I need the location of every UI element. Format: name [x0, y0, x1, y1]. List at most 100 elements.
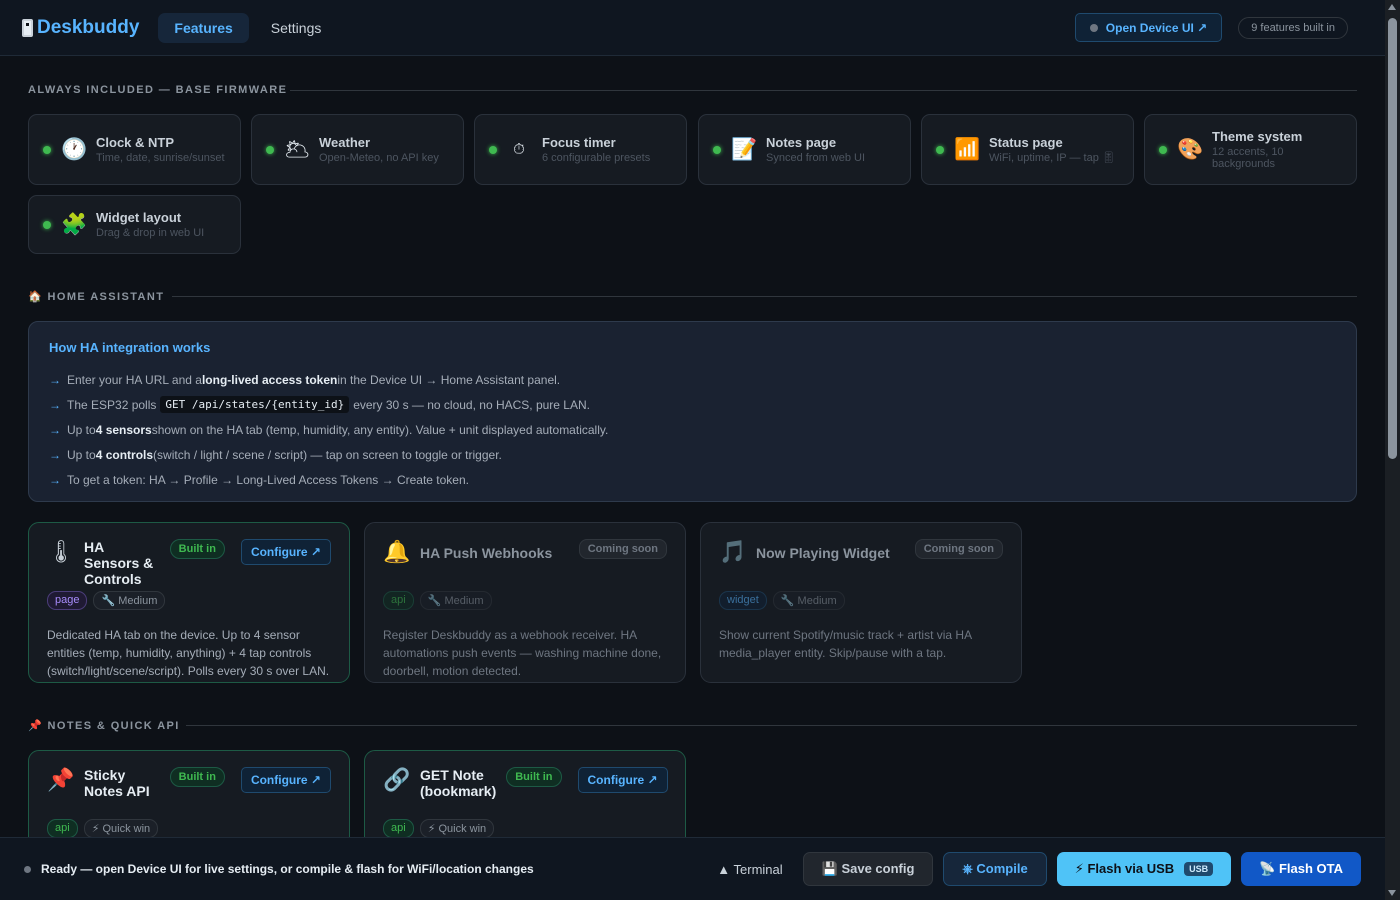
arrow-icon: →: [49, 397, 61, 412]
effort-tag: 🔧 Medium: [93, 591, 166, 610]
features-count-badge: 9 features built in: [1238, 16, 1348, 39]
type-tag: page: [47, 591, 88, 610]
configure-button[interactable]: Configure ↗: [240, 539, 331, 565]
app-name: Deskbuddy: [37, 16, 140, 38]
base-card-theme: 🎨 Theme system 12 accents, 10 backgrounds: [1144, 114, 1357, 185]
type-tag: api: [47, 819, 78, 838]
effort-tag: 🔧 Medium: [419, 591, 492, 610]
scroll-down-arrow-icon[interactable]: [1388, 890, 1396, 896]
built-in-badge: Built in: [169, 539, 225, 559]
music-note-icon: 🎵: [719, 539, 747, 564]
scroll-up-arrow-icon[interactable]: [1388, 4, 1396, 10]
ha-info-line: → The ESP32 polls GET /api/states/{entit…: [49, 392, 1336, 417]
base-card-subtitle: WiFi, uptime, IP — tap 🎚: [989, 152, 1116, 164]
feature-card-now-playing: 🎵 Now Playing Widget Coming soon widget …: [700, 522, 1022, 683]
section-divider: [290, 90, 1357, 91]
terminal-toggle[interactable]: ▲ Terminal: [707, 862, 792, 877]
bell-icon: 🔔: [383, 539, 411, 564]
compile-button[interactable]: ⎈ Compile: [943, 852, 1047, 886]
arrow-icon: →: [49, 422, 61, 437]
type-tag: api: [383, 591, 414, 610]
thermometer-icon: 🌡: [47, 539, 75, 564]
enabled-dot: [489, 145, 497, 154]
feature-description: Register Deskbuddy as a webhook receiver…: [383, 628, 662, 678]
feature-description: Dedicated HA tab on the device. Up to 4 …: [47, 628, 330, 678]
feature-title: HA Push Webhooks: [420, 545, 553, 561]
usb-pill: USB: [1184, 862, 1214, 876]
link-icon: 🔗: [383, 767, 411, 792]
base-card-widget-layout: 🧩 Widget layout Drag & drop in web UI: [28, 195, 241, 254]
feature-card-ha-webhooks: 🔔 HA Push Webhooks Coming soon api 🔧 Med…: [364, 522, 686, 683]
notes-section-label: 📌 NOTES & QUICK API: [28, 720, 180, 732]
base-card-title: Notes page: [766, 135, 837, 150]
open-device-ui-label: Open Device UI ↗: [1105, 20, 1208, 35]
enabled-dot: [713, 145, 721, 154]
effort-tag: ⚡ Quick win: [419, 819, 495, 838]
vertical-scrollbar[interactable]: [1385, 0, 1400, 900]
tab-features[interactable]: Features: [158, 12, 249, 43]
base-card-weather: 🌥 Weather Open-Meteo, no API key: [251, 114, 464, 185]
notes-icon: 📝: [731, 137, 758, 161]
timer-icon: ⏱: [513, 141, 525, 158]
info-text: Up to: [67, 447, 96, 462]
ha-info-box: How HA integration works → Enter your HA…: [28, 321, 1357, 502]
type-tag: api: [383, 819, 414, 838]
info-text: (switch / light / scene / script) — tap …: [153, 447, 502, 462]
arrow-icon: →: [49, 372, 61, 387]
info-text: The ESP32 polls: [67, 397, 157, 412]
flash-usb-button[interactable]: ⚡ Flash via USB USB: [1056, 852, 1232, 886]
feature-description: Show current Spotify/music track + artis…: [719, 628, 972, 660]
built-in-badge: Built in: [169, 767, 225, 787]
base-card-title: Status page: [989, 135, 1063, 150]
info-text: shown on the HA tab (temp, humidity, any…: [151, 422, 609, 437]
ha-info-line: → Up to 4 sensors shown on the HA tab (t…: [49, 417, 1336, 442]
info-emphasis: 4 controls: [95, 447, 154, 462]
feature-title: Now Playing Widget: [756, 545, 890, 561]
built-in-badge: Built in: [506, 767, 562, 787]
home-assistant-section-label: 🏠 HOME ASSISTANT: [28, 291, 165, 303]
signal-icon: 📶: [954, 137, 981, 161]
section-divider: [172, 296, 1357, 297]
info-text: Enter your HA URL and a: [67, 372, 202, 387]
tab-settings[interactable]: Settings: [255, 13, 338, 43]
ha-info-line: → To get a token: HA → Profile → Long-Li…: [49, 467, 1336, 492]
feature-title: GET Note (bookmark): [420, 767, 497, 799]
info-code: GET /api/states/{entity_id}: [160, 396, 350, 413]
configure-button[interactable]: Configure ↗: [240, 767, 331, 793]
weather-icon: 🌥: [284, 137, 311, 161]
app-logo[interactable]: Deskbuddy: [22, 17, 139, 39]
ha-info-line: → Enter your HA URL and a long-lived acc…: [49, 367, 1336, 392]
flash-ota-button[interactable]: 📡 Flash OTA: [1241, 852, 1361, 886]
info-text: Up to: [67, 422, 96, 437]
scroll-thumb[interactable]: [1388, 18, 1397, 459]
base-card-title: Widget layout: [96, 210, 182, 225]
feature-card-ha-sensors: 🌡 HA Sensors & Controls Built in Configu…: [28, 522, 350, 683]
header-actions: Open Device UI ↗ 9 features built in: [1074, 13, 1385, 42]
effort-tag: ⚡ Quick win: [83, 819, 159, 838]
base-card-title: Theme system: [1212, 129, 1303, 144]
status-dot: [24, 865, 31, 873]
type-tag: widget: [719, 591, 767, 610]
base-card-subtitle: Drag & drop in web UI: [96, 227, 205, 239]
status-message: Ready — open Device UI for live settings…: [41, 862, 534, 876]
base-card-title: Weather: [319, 135, 371, 150]
configure-button[interactable]: Configure ↗: [577, 767, 668, 793]
coming-soon-badge: Coming soon: [914, 539, 1003, 559]
pushpin-icon: 📌: [47, 767, 75, 792]
base-card-subtitle: Time, date, sunrise/sunset: [96, 152, 225, 164]
enabled-dot: [1159, 145, 1167, 154]
feature-title: HA Sensors & Controls: [84, 539, 154, 587]
coming-soon-badge: Coming soon: [578, 539, 667, 559]
base-card-subtitle: Synced from web UI: [766, 152, 866, 164]
arrow-icon: →: [49, 447, 61, 462]
save-config-button[interactable]: 💾 Save config: [802, 852, 934, 886]
clock-icon: 🕐: [61, 137, 88, 161]
info-text: every 30 s — no cloud, no HACS, pure LAN…: [353, 397, 590, 412]
bottom-action-bar: Ready — open Device UI for live settings…: [0, 837, 1385, 900]
base-card-subtitle: Open-Meteo, no API key: [319, 152, 439, 164]
enabled-dot: [43, 145, 51, 154]
ha-info-line: → Up to 4 controls (switch / light / sce…: [49, 442, 1336, 467]
connection-status-dot: [1089, 23, 1098, 32]
open-device-ui-button[interactable]: Open Device UI ↗: [1074, 13, 1223, 42]
base-card-subtitle: 12 accents, 10 backgrounds: [1212, 146, 1284, 170]
